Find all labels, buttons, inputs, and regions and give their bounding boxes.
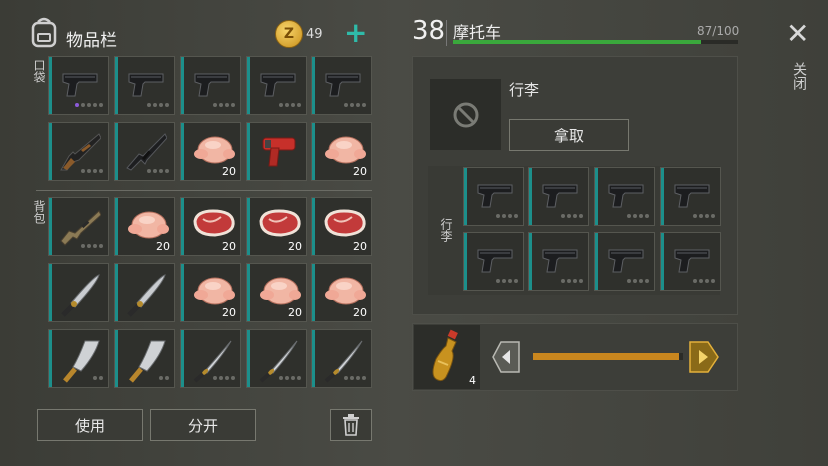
luggage-section-label: 行李	[439, 218, 453, 242]
durability-dots	[561, 279, 583, 283]
item-count: 20	[156, 240, 170, 253]
inventory-slot[interactable]	[48, 329, 109, 388]
arrow-right-icon	[689, 341, 719, 373]
inventory-slot[interactable]	[246, 56, 307, 115]
close-button[interactable]: ✕	[786, 18, 809, 50]
durability-bar	[453, 40, 738, 44]
increase-button[interactable]	[688, 340, 720, 378]
durability-dots	[561, 214, 583, 218]
level-divider	[446, 20, 447, 46]
item-count: 20	[288, 306, 302, 319]
durability-dots	[147, 169, 169, 173]
inventory-slot[interactable]	[660, 167, 721, 226]
durability-dots	[159, 376, 169, 380]
inventory-slot[interactable]	[311, 56, 372, 115]
empty-slot-icon	[453, 102, 479, 128]
inventory-slot[interactable]: 20	[311, 263, 372, 322]
luggage-label: 行李	[509, 81, 540, 99]
durability-dots	[213, 103, 235, 107]
durability-dots	[213, 376, 235, 380]
inventory-slot[interactable]: 20	[180, 197, 241, 256]
inventory-slot[interactable]: 20	[311, 122, 372, 181]
durability-dots	[627, 279, 649, 283]
quantity-slider-track[interactable]	[533, 353, 683, 360]
trash-icon	[343, 414, 359, 436]
item-count: 20	[222, 240, 236, 253]
inventory-slot[interactable]	[48, 263, 109, 322]
durability-text: 87/100	[697, 24, 740, 38]
inventory-slot[interactable]	[114, 56, 175, 115]
durability-fill	[453, 40, 701, 44]
item-count: 20	[222, 165, 236, 178]
transfer-item-slot[interactable]: 4	[414, 325, 480, 389]
durability-dots	[279, 103, 301, 107]
inventory-slot[interactable]	[246, 122, 307, 181]
inventory-slot[interactable]: 20	[311, 197, 372, 256]
coin-icon: Z	[275, 20, 303, 48]
item-count: 20	[288, 240, 302, 253]
inventory-slot[interactable]: 20	[180, 122, 241, 181]
inventory-slot[interactable]	[114, 329, 175, 388]
inventory-slot[interactable]	[660, 232, 721, 291]
inventory-slot[interactable]: 20	[114, 197, 175, 256]
inventory-slot[interactable]	[48, 122, 109, 181]
bottle-icon	[432, 329, 458, 382]
pocket-label: 口袋	[32, 59, 46, 83]
inventory-slot[interactable]	[528, 232, 589, 291]
inventory-slot[interactable]: 20	[180, 263, 241, 322]
durability-dots	[496, 279, 518, 283]
item-count: 20	[222, 306, 236, 319]
inventory-slot[interactable]: 20	[246, 263, 307, 322]
inventory-slot[interactable]	[463, 167, 524, 226]
vehicle-level: 38	[412, 16, 446, 46]
take-button[interactable]: 拿取	[509, 119, 629, 151]
trash-button[interactable]	[330, 409, 372, 441]
backpack-icon	[29, 16, 59, 52]
close-label[interactable]: 关闭	[789, 62, 809, 90]
durability-dots	[627, 214, 649, 218]
inventory-slot[interactable]	[180, 56, 241, 115]
inventory-slot[interactable]	[311, 329, 372, 388]
decrease-button[interactable]	[491, 340, 521, 378]
inventory-slot[interactable]	[180, 329, 241, 388]
durability-dots	[93, 376, 103, 380]
quantity-slider-fill	[533, 353, 679, 360]
inventory-slot[interactable]	[594, 167, 655, 226]
inventory-slot[interactable]	[48, 56, 109, 115]
coin-symbol: Z	[283, 26, 295, 42]
transfer-item-count: 4	[469, 374, 476, 387]
coin-count: 49	[306, 27, 323, 42]
durability-dots	[147, 103, 169, 107]
durability-dots	[693, 279, 715, 283]
durability-dots	[81, 244, 103, 248]
inventory-slot[interactable]	[114, 122, 175, 181]
inventory-slot[interactable]	[114, 263, 175, 322]
luggage-preview	[430, 79, 501, 150]
split-button[interactable]: 分开	[150, 409, 256, 441]
item-count: 20	[353, 306, 367, 319]
item-count: 20	[353, 240, 367, 253]
durability-dots	[344, 103, 366, 107]
inventory-slot[interactable]	[528, 167, 589, 226]
durability-dots	[279, 376, 301, 380]
inventory-slot[interactable]	[594, 232, 655, 291]
inventory-title: 物品栏	[66, 31, 117, 51]
inventory-slot[interactable]	[246, 329, 307, 388]
inventory-slot[interactable]: 20	[246, 197, 307, 256]
durability-dots	[496, 214, 518, 218]
backpack-label: 背包	[32, 200, 46, 224]
durability-dots	[75, 103, 103, 107]
inventory-slot[interactable]	[463, 232, 524, 291]
item-count: 20	[353, 165, 367, 178]
durability-dots	[81, 169, 103, 173]
use-button[interactable]: 使用	[37, 409, 143, 441]
arrow-left-icon	[492, 341, 520, 373]
add-coins-button[interactable]: +	[344, 17, 367, 49]
durability-dots	[344, 376, 366, 380]
inventory-slot[interactable]	[48, 197, 109, 256]
section-divider	[36, 190, 372, 191]
durability-dots	[693, 214, 715, 218]
